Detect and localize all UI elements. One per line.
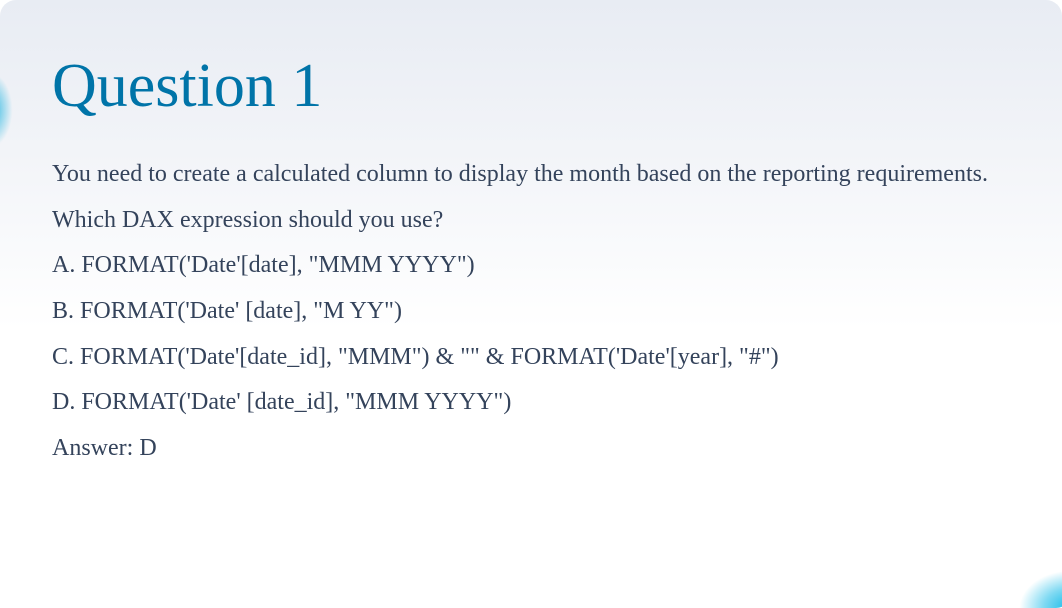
- prompt-text-2: Which DAX expression should you use?: [52, 204, 1010, 238]
- option-c: C. FORMAT('Date'[date_id], "MMM") & "" &…: [52, 341, 1010, 375]
- option-b: B. FORMAT('Date' [date], "M YY"): [52, 295, 1010, 329]
- option-d: D. FORMAT('Date' [date_id], "MMM YYYY"): [52, 386, 1010, 420]
- decoration-bottom-right: [972, 528, 1062, 608]
- decoration-top-left: [0, 70, 30, 150]
- prompt-text-1: You need to create a calculated column t…: [52, 158, 1010, 192]
- slide-container: Question 1 You need to create a calculat…: [0, 0, 1062, 598]
- option-a: A. FORMAT('Date'[date], "MMM YYYY"): [52, 249, 1010, 283]
- question-title: Question 1: [52, 52, 1010, 120]
- answer-text: Answer: D: [52, 432, 1010, 466]
- question-body: You need to create a calculated column t…: [52, 158, 1010, 465]
